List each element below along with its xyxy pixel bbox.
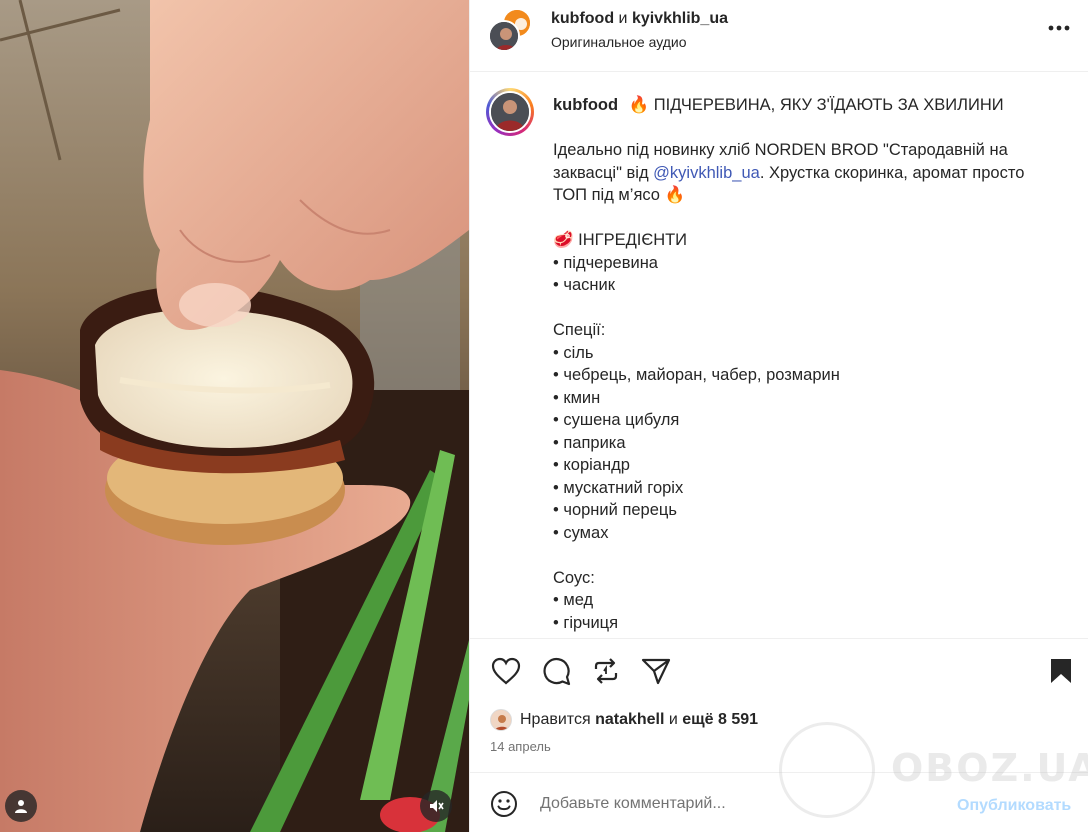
post-media[interactable]: [0, 0, 469, 832]
user-tag-icon: [15, 800, 27, 813]
ingredients-block: 🥩 ІНГРЕДІЄНТИ • підчеревина • часник: [553, 229, 1053, 297]
repost-button[interactable]: [590, 655, 622, 687]
post-actions: Нравится natakhell и ещё 8 591 14 апрель: [470, 638, 1088, 772]
comment-button[interactable]: [540, 655, 572, 687]
mute-button[interactable]: [420, 790, 452, 822]
list-item: • сушена цибуля: [553, 411, 680, 429]
emoji-icon: [491, 791, 517, 817]
likes-line: Нравится natakhell и ещё 8 591: [490, 709, 758, 731]
more-options-button[interactable]: [1044, 16, 1074, 40]
liker-avatar[interactable]: [490, 709, 512, 731]
bookmark-icon: [1051, 659, 1071, 683]
caption-intro: Ідеально під новинку хліб NORDEN BROD "С…: [553, 139, 1053, 207]
like-button[interactable]: [490, 655, 522, 687]
more-icon: [1048, 25, 1070, 31]
comment-input[interactable]: [540, 791, 940, 817]
list-item: • сумах: [553, 523, 609, 542]
list-item: • коріандр: [553, 456, 630, 474]
save-button[interactable]: [1045, 655, 1077, 687]
list-item: • гірчиця: [553, 613, 619, 632]
mention-link[interactable]: @kyivkhlib_ua: [653, 164, 760, 182]
caption-avatar[interactable]: [486, 88, 534, 136]
likes-prefix: Нравится: [520, 711, 591, 728]
post-authors: kubfood и kyivkhlib_ua: [551, 10, 728, 28]
spices-block: Спеції: • сіль • чебрець, майоран, чабер…: [553, 319, 1053, 544]
list-item: • чебрець, майоран, чабер, розмарин: [553, 366, 840, 384]
post-panel: kubfood и kyivkhlib_ua Оригинальное ауди…: [469, 0, 1088, 832]
author-link-kubfood[interactable]: kubfood: [551, 10, 614, 27]
caption-area[interactable]: kubfood 🔥 ПІДЧЕРЕВИНА, ЯКУ З'ЇДАЮТЬ ЗА Х…: [470, 72, 1088, 638]
author-link-kyivkhlib[interactable]: kyivkhlib_ua: [632, 10, 728, 27]
list-item: • часник: [553, 276, 615, 294]
heart-icon: [491, 657, 521, 685]
authors-conjunction: и: [618, 10, 628, 27]
collab-avatars[interactable]: [488, 8, 532, 52]
collab-avatar-kubfood: [488, 20, 520, 52]
list-item: • сіль: [553, 343, 594, 362]
publish-button[interactable]: Опубликовать: [957, 797, 1071, 815]
ingredients-heading: 🥩 ІНГРЕДІЄНТИ: [553, 231, 688, 249]
list-item: • паприка: [553, 433, 626, 452]
repost-icon: [594, 658, 618, 684]
food-photo: [0, 0, 469, 832]
emoji-button[interactable]: [490, 790, 518, 818]
post-header: kubfood и kyivkhlib_ua Оригинальное ауди…: [470, 0, 1088, 72]
caption-text: kubfood 🔥 ПІДЧЕРЕВИНА, ЯКУ З'ЇДАЮТЬ ЗА Х…: [553, 94, 1053, 638]
comment-icon: [543, 657, 571, 686]
list-item: • чорний перець: [553, 501, 677, 519]
list-item: • кмин: [553, 388, 601, 407]
sauce-block: Соус: • мед • гірчиця: [553, 567, 1053, 635]
share-button[interactable]: [640, 655, 672, 687]
likes-conjunction: и: [668, 711, 678, 728]
caption-username[interactable]: kubfood: [553, 96, 618, 114]
liker-username[interactable]: natakhell: [595, 711, 664, 729]
caption-title: 🔥 ПІДЧЕРЕВИНА, ЯКУ З'ЇДАЮТЬ ЗА ХВИЛИНИ: [628, 96, 1004, 114]
share-icon: [641, 658, 671, 685]
mute-icon: [430, 800, 444, 812]
comment-bar: Опубликовать: [470, 772, 1088, 832]
post-date[interactable]: 14 апрель: [490, 739, 551, 754]
likes-count[interactable]: ещё 8 591: [682, 711, 758, 729]
list-item: • підчеревина: [553, 253, 658, 272]
spices-heading: Спеції:: [553, 321, 606, 339]
audio-link[interactable]: Оригинальное аудио: [551, 34, 687, 50]
user-tag-button[interactable]: [5, 790, 37, 822]
list-item: • мед: [553, 591, 594, 609]
sauce-heading: Соус:: [553, 568, 595, 587]
list-item: • мускатний горіх: [553, 478, 684, 497]
